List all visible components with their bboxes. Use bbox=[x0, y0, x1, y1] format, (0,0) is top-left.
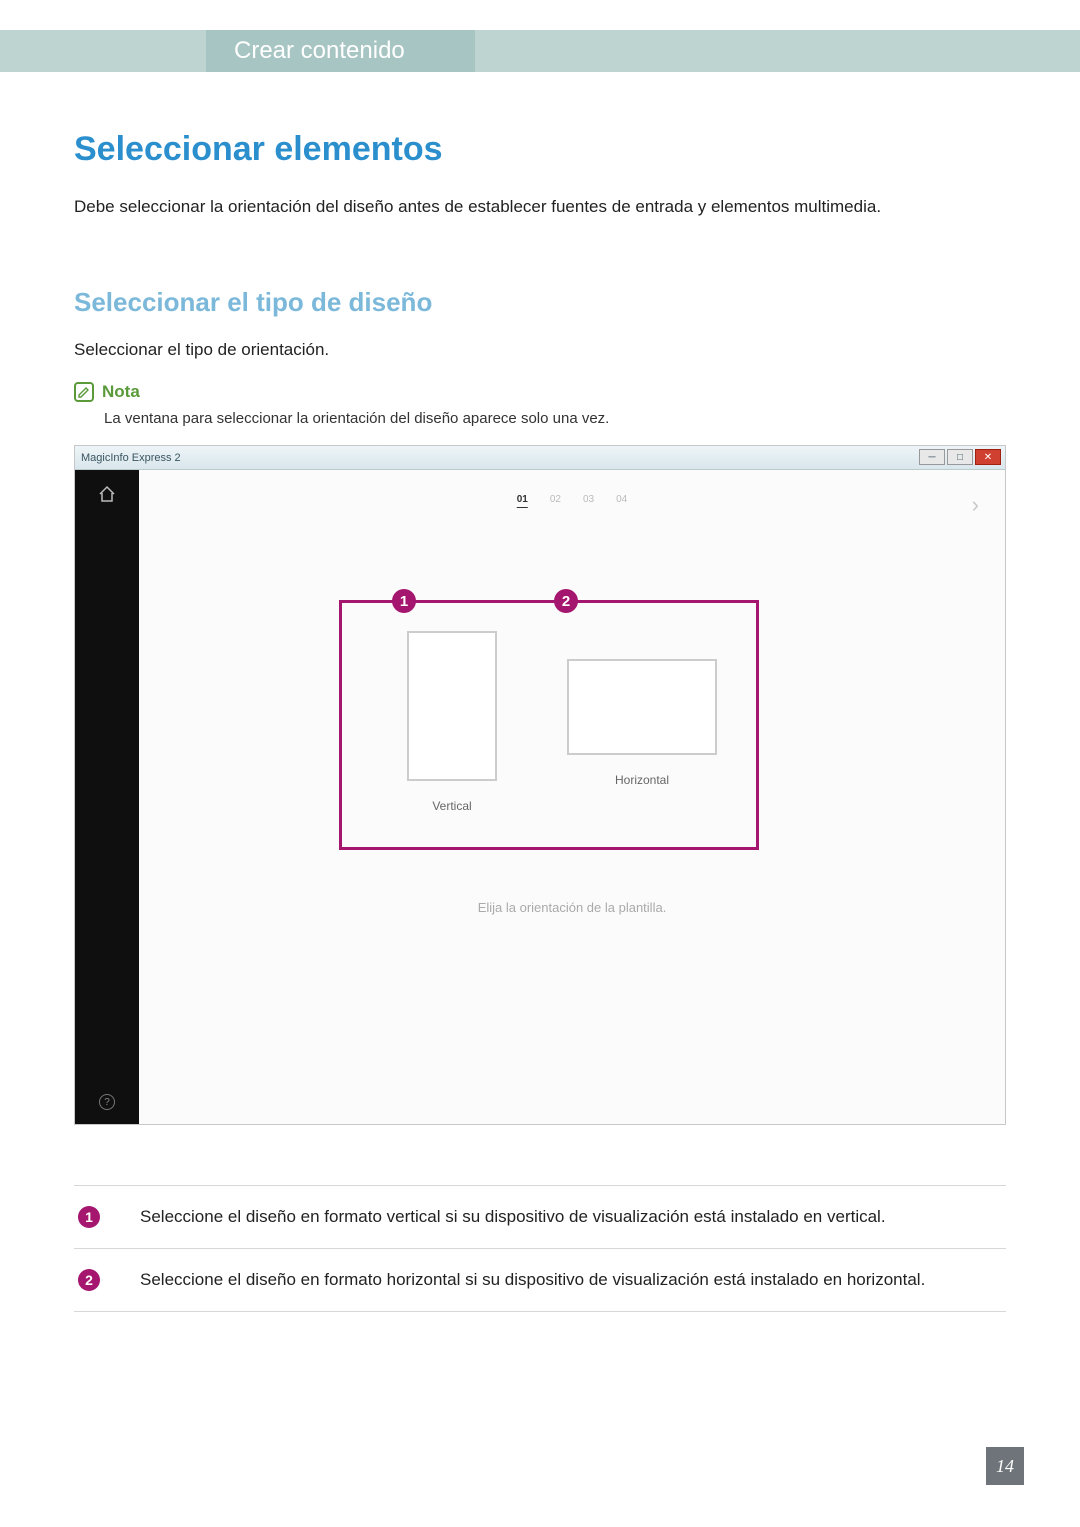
app-sidebar: ? bbox=[75, 470, 139, 1124]
orientation-vertical-option[interactable]: Vertical bbox=[402, 631, 502, 813]
legend-row-1: 1 Seleccione el diseño en formato vertic… bbox=[74, 1185, 1006, 1249]
legend-text-1: Seleccione el diseño en formato vertical… bbox=[140, 1206, 886, 1227]
section-intro: Debe seleccionar la orientación del dise… bbox=[74, 197, 1006, 217]
note-label: Nota bbox=[102, 382, 140, 402]
horizontal-label: Horizontal bbox=[562, 773, 722, 787]
orientation-hint: Elija la orientación de la plantilla. bbox=[139, 900, 1005, 915]
note-block: Nota La ventana para seleccionar la orie… bbox=[74, 382, 1006, 427]
legend-table: 1 Seleccione el diseño en formato vertic… bbox=[74, 1185, 1006, 1312]
horizontal-frame-icon bbox=[567, 659, 717, 755]
note-text: La ventana para seleccionar la orientaci… bbox=[104, 410, 1006, 427]
callout-badge-1: 1 bbox=[392, 589, 416, 613]
close-icon[interactable]: ✕ bbox=[975, 449, 1001, 465]
vertical-frame-icon bbox=[407, 631, 497, 781]
callout-badge-2: 2 bbox=[554, 589, 578, 613]
header-tab-label: Crear contenido bbox=[234, 37, 405, 65]
maximize-icon[interactable]: □ bbox=[947, 449, 973, 465]
legend-badge-1: 1 bbox=[78, 1206, 100, 1228]
header-tab: Crear contenido bbox=[206, 30, 475, 72]
step-4[interactable]: 04 bbox=[616, 494, 627, 508]
step-1[interactable]: 01 bbox=[517, 494, 528, 508]
help-icon[interactable]: ? bbox=[99, 1094, 115, 1110]
section-title: Seleccionar elementos bbox=[74, 130, 1006, 169]
header-band bbox=[0, 30, 1080, 72]
app-main: 01 02 03 04 › 1 2 Vertical Horizontal bbox=[139, 470, 1005, 1124]
content-area: Seleccionar elementos Debe seleccionar l… bbox=[74, 130, 1006, 1312]
app-screenshot: MagicInfo Express 2 ─ □ ✕ ? 01 02 03 04 bbox=[74, 445, 1006, 1125]
orientation-highlight: 1 2 Vertical Horizontal bbox=[339, 600, 759, 850]
app-title-text: MagicInfo Express 2 bbox=[81, 452, 181, 464]
window-buttons: ─ □ ✕ bbox=[919, 449, 1001, 465]
legend-badge-2: 2 bbox=[78, 1269, 100, 1291]
app-titlebar: MagicInfo Express 2 ─ □ ✕ bbox=[75, 446, 1005, 470]
page-number: 14 bbox=[986, 1447, 1024, 1485]
subsection-intro: Seleccionar el tipo de orientación. bbox=[74, 340, 1006, 360]
orientation-horizontal-option[interactable]: Horizontal bbox=[562, 631, 722, 787]
step-3[interactable]: 03 bbox=[583, 494, 594, 508]
subsection-title: Seleccionar el tipo de diseño bbox=[74, 287, 1006, 318]
note-header: Nota bbox=[74, 382, 1006, 402]
step-indicator: 01 02 03 04 bbox=[517, 494, 628, 508]
pencil-icon bbox=[74, 382, 94, 402]
app-body: ? 01 02 03 04 › 1 2 Vertical bbox=[75, 470, 1005, 1124]
minimize-icon[interactable]: ─ bbox=[919, 449, 945, 465]
home-icon[interactable] bbox=[97, 484, 117, 509]
vertical-label: Vertical bbox=[402, 799, 502, 813]
chevron-right-icon[interactable]: › bbox=[972, 492, 979, 518]
step-2[interactable]: 02 bbox=[550, 494, 561, 508]
legend-row-2: 2 Seleccione el diseño en formato horizo… bbox=[74, 1249, 1006, 1312]
legend-text-2: Seleccione el diseño en formato horizont… bbox=[140, 1269, 925, 1290]
